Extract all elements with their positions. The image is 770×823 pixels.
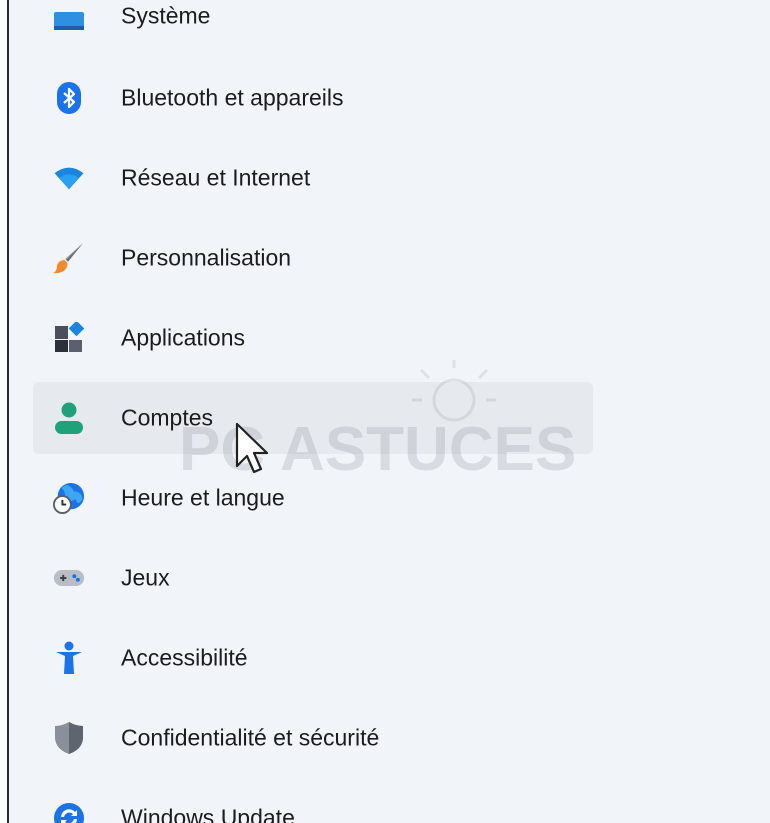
gamepad-icon (53, 562, 85, 594)
bluetooth-icon (53, 82, 85, 114)
sidebar-item-label: Comptes (121, 404, 214, 431)
sidebar-item-systeme[interactable]: Système (33, 0, 593, 52)
sidebar-item-applications[interactable]: Applications (33, 302, 593, 374)
sidebar-item-label: Réseau et Internet (121, 164, 311, 191)
sidebar-item-label: Jeux (121, 564, 170, 591)
sidebar-item-heure-langue[interactable]: Heure et langue (33, 462, 593, 534)
account-icon (53, 402, 85, 434)
sidebar-item-windows-update[interactable]: Windows Update (33, 782, 593, 823)
wifi-icon (53, 162, 85, 194)
sidebar-item-reseau[interactable]: Réseau et Internet (33, 142, 593, 214)
sidebar-item-confidentialite[interactable]: Confidentialité et sécurité (33, 702, 593, 774)
sidebar-item-label: Système (121, 2, 211, 29)
sidebar-item-label: Confidentialité et sécurité (121, 724, 380, 751)
sidebar-item-jeux[interactable]: Jeux (33, 542, 593, 614)
apps-icon (53, 322, 85, 354)
sidebar-item-personnalisation[interactable]: Personnalisation (33, 222, 593, 294)
settings-window: Système Bluetooth et appareils Réseau et… (7, 0, 770, 823)
sidebar-item-label: Heure et langue (121, 484, 285, 511)
display-icon (53, 0, 85, 32)
sidebar-item-label: Applications (121, 324, 246, 351)
sidebar-item-label: Bluetooth et appareils (121, 84, 344, 111)
sidebar-item-bluetooth[interactable]: Bluetooth et appareils (33, 62, 593, 134)
shield-icon (53, 722, 85, 754)
sidebar-item-label: Accessibilité (121, 644, 248, 671)
sidebar-item-accessibilite[interactable]: Accessibilité (33, 622, 593, 694)
globe-clock-icon (53, 482, 85, 514)
sidebar-item-label: Personnalisation (121, 244, 292, 271)
sidebar-item-label: Windows Update (121, 804, 295, 823)
sidebar-item-comptes[interactable]: Comptes (33, 382, 593, 454)
update-icon (53, 802, 85, 823)
paintbrush-icon (53, 242, 85, 274)
accessibility-icon (53, 641, 85, 674)
